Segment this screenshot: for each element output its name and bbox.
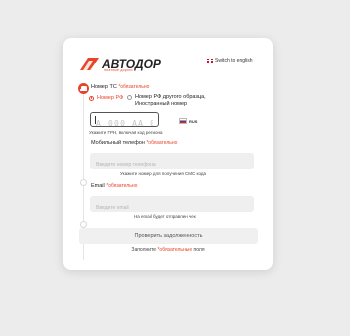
email-label: Email *обязательно — [91, 183, 138, 189]
switch-language-link[interactable]: Switch to english — [207, 58, 253, 64]
radio-other-number[interactable]: Номер РФ другого образца, Иностранный но… — [127, 94, 213, 107]
required-mark: *обязательно — [106, 183, 138, 189]
radio-ru-circle[interactable] — [89, 95, 94, 101]
required-fields-note: Заполните *обязательные поля — [131, 247, 205, 253]
region-rus: RUS — [179, 118, 197, 124]
logo-tagline: платные дороги — [104, 68, 133, 72]
phone-field[interactable] — [90, 153, 254, 173]
plate-number-input-box[interactable] — [90, 112, 159, 130]
email-hint: На email будет отправлен чек — [134, 214, 196, 219]
check-debt-button[interactable]: Проверить задолженность — [79, 228, 258, 244]
uk-flag-icon — [207, 59, 213, 63]
phone-label: Мобильный телефон *обязательно — [91, 140, 178, 146]
plate-hint: Укажите ГРН, включая код региона — [89, 130, 163, 135]
switch-language-label: Switch to english — [215, 58, 253, 64]
radio-ru-label: Номер РФ — [97, 95, 124, 101]
phone-step-dot — [80, 179, 87, 186]
radio-ru-number[interactable]: Номер РФ — [89, 95, 123, 102]
car-icon — [78, 83, 89, 94]
russia-flag-icon — [179, 118, 187, 124]
required-mark: *обязательно — [146, 140, 178, 146]
text-cursor — [95, 116, 96, 124]
email-field[interactable] — [90, 196, 254, 216]
plate-number-input[interactable] — [91, 117, 158, 130]
vehicle-number-label: Номер ТС *обязательно — [91, 84, 150, 90]
radio-other-label: Номер РФ другого образца, Иностранный но… — [135, 94, 206, 107]
email-step-dot — [80, 221, 87, 228]
avtodor-logo: АВТОДОР — [79, 55, 175, 75]
login-card: АВТОДОР платные дороги Switch to english… — [63, 38, 273, 270]
region-label: RUS — [189, 118, 198, 124]
required-mark: *обязательно — [118, 84, 150, 90]
radio-other-circle[interactable] — [127, 94, 132, 100]
phone-hint: Укажите номер для получения СМС кода — [120, 171, 207, 176]
